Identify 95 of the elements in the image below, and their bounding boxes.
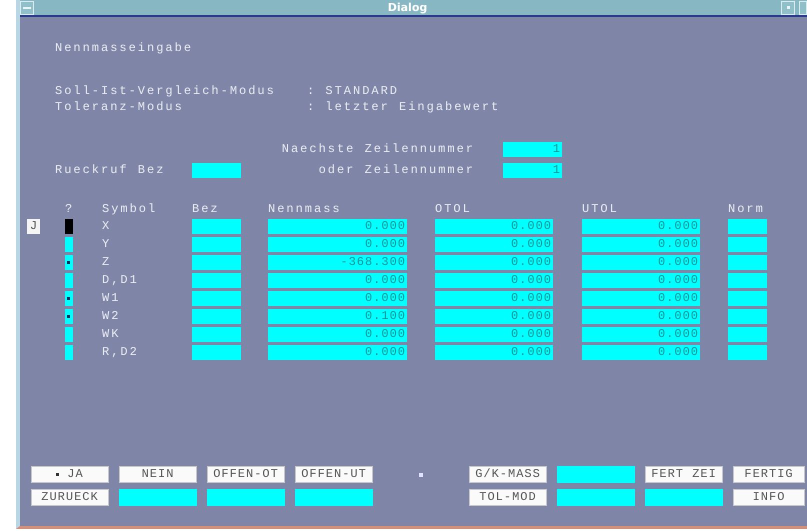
norm-field[interactable]: [728, 254, 767, 270]
line-number-field[interactable]: 1: [503, 142, 562, 156]
symbol-label: WK: [102, 326, 122, 342]
nennmass-field[interactable]: 0.000: [268, 344, 407, 360]
softkey-button[interactable]: JA: [31, 466, 109, 483]
bez-field[interactable]: [192, 272, 241, 288]
utol-field[interactable]: 0.000: [582, 344, 700, 360]
norm-field[interactable]: [728, 272, 767, 288]
softkey-button[interactable]: OFFEN-OT: [207, 466, 285, 483]
mode-value: : letzter Eingabewert: [307, 99, 500, 115]
norm-field[interactable]: [728, 290, 767, 306]
bez-field[interactable]: [192, 218, 241, 234]
softkey-button[interactable]: NEIN: [119, 466, 197, 483]
symbol-label: R,D2: [102, 344, 140, 360]
dialog-heading: Nennmasseingabe: [55, 40, 194, 56]
field-label: oder Zeilennummer: [318, 162, 475, 178]
otol-field[interactable]: 0.000: [435, 308, 553, 324]
symbol-label: W1: [102, 290, 122, 306]
flag-field[interactable]: [65, 236, 73, 252]
utol-field[interactable]: 0.000: [582, 218, 700, 234]
softkey-field[interactable]: [557, 489, 635, 506]
nennmass-field[interactable]: 0.000: [268, 236, 407, 252]
bez-field[interactable]: [192, 308, 241, 324]
flag-field[interactable]: [65, 326, 73, 342]
mode-value: : STANDARD: [307, 83, 400, 99]
otol-field[interactable]: 0.000: [435, 344, 553, 360]
norm-field[interactable]: [728, 218, 767, 234]
softkey-field[interactable]: [295, 489, 373, 506]
softkey-button[interactable]: INFO: [733, 489, 805, 506]
bez-field[interactable]: [192, 254, 241, 270]
otol-field[interactable]: 0.000: [435, 272, 553, 288]
column-header: UTOL: [582, 203, 620, 216]
otol-field[interactable]: 0.000: [435, 290, 553, 306]
bez-field[interactable]: [192, 344, 241, 360]
maximize-button[interactable]: [799, 0, 807, 14]
symbol-label: D,D1: [102, 272, 140, 288]
flag-field[interactable]: [65, 218, 73, 234]
softkey-button[interactable]: ZURUECK: [31, 489, 109, 506]
flag-field[interactable]: [65, 308, 73, 324]
flag-field[interactable]: [65, 290, 73, 306]
field-label: Naechste Zeilennummer: [280, 141, 475, 157]
window-menu-button[interactable]: [20, 0, 34, 14]
otol-field[interactable]: 0.000: [435, 218, 553, 234]
norm-field[interactable]: [728, 326, 767, 342]
utol-field[interactable]: 0.000: [582, 254, 700, 270]
softkey-button[interactable]: G/K-MASS: [469, 466, 547, 483]
row-cursor: J: [27, 218, 40, 234]
column-header: ?: [65, 203, 73, 216]
field-label: Rueckruf Bez: [55, 162, 166, 178]
norm-field[interactable]: [728, 308, 767, 324]
minimize-button[interactable]: [781, 0, 795, 14]
softkey-field[interactable]: [207, 489, 285, 506]
utol-field[interactable]: 0.000: [582, 308, 700, 324]
norm-field[interactable]: [728, 344, 767, 360]
symbol-label: Z: [102, 254, 112, 270]
flag-field[interactable]: [65, 254, 73, 270]
symbol-label: W2: [102, 308, 122, 324]
nennmass-field[interactable]: 0.100: [268, 308, 407, 324]
otol-field[interactable]: 0.000: [435, 254, 553, 270]
recall-field[interactable]: [192, 162, 241, 178]
nennmass-field[interactable]: 0.000: [268, 272, 407, 288]
mode-label: Toleranz-Modus: [55, 99, 185, 115]
column-header: OTOL: [435, 203, 473, 216]
flag-field[interactable]: [65, 272, 73, 288]
norm-field[interactable]: [728, 236, 767, 252]
window-title: Dialog: [386, 1, 428, 14]
softkey-field[interactable]: [557, 466, 635, 483]
softkey-button[interactable]: FERTIG: [733, 466, 805, 483]
column-header: Symbol: [102, 203, 158, 216]
utol-field[interactable]: 0.000: [582, 236, 700, 252]
bez-field[interactable]: [192, 326, 241, 342]
softkey-button[interactable]: OFFEN-UT: [295, 466, 373, 483]
softkey-field[interactable]: [645, 489, 723, 506]
otol-field[interactable]: 0.000: [435, 236, 553, 252]
nennmass-field[interactable]: 0.000: [268, 326, 407, 342]
column-header: Norm: [728, 203, 766, 216]
utol-field[interactable]: 0.000: [582, 290, 700, 306]
utol-field[interactable]: 0.000: [582, 272, 700, 288]
column-header: Nennmass: [268, 203, 343, 216]
nennmass-field[interactable]: 0.000: [268, 290, 407, 306]
flag-field[interactable]: [65, 344, 73, 360]
line-number-field[interactable]: 1: [503, 162, 562, 178]
otol-field[interactable]: 0.000: [435, 326, 553, 342]
symbol-label: Y: [102, 236, 112, 252]
symbol-label: X: [102, 218, 112, 234]
softkey-button[interactable]: TOL-MOD: [469, 489, 547, 506]
nennmass-field[interactable]: -368.300: [268, 254, 407, 270]
softkey-field[interactable]: [119, 489, 197, 506]
nennmass-field[interactable]: 0.000: [268, 218, 407, 234]
utol-field[interactable]: 0.000: [582, 326, 700, 342]
softkey-button[interactable]: FERT ZEI: [645, 466, 723, 483]
bez-field[interactable]: [192, 290, 241, 306]
column-header: Bez: [192, 203, 221, 216]
bez-field[interactable]: [192, 236, 241, 252]
mode-label: Soll-Ist-Vergleich-Modus: [55, 83, 277, 99]
